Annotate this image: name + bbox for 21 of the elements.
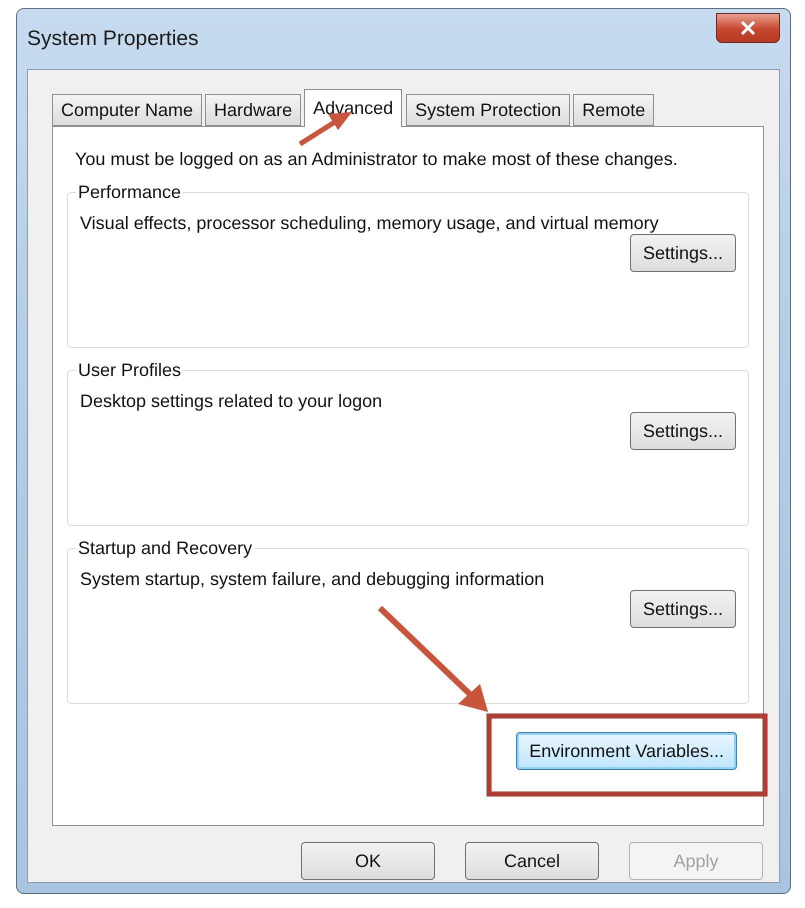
dialog-button[interactable]: OK [301,842,435,880]
group-description: Desktop settings related to your logon [80,391,384,412]
settings-button[interactable]: Settings... [630,412,736,450]
tab[interactable]: Remote [573,94,654,126]
settings-button[interactable]: Settings... [630,590,736,628]
settings-button[interactable]: Settings... [630,234,736,272]
window-title: System Properties [27,27,199,51]
group-description: Visual effects, processor scheduling, memory usage, and virtual memory [80,213,660,234]
environment-variables-button[interactable]: Environment Variables... [516,732,737,770]
close-button[interactable] [716,13,780,43]
tab[interactable]: Computer Name [52,94,202,126]
tab[interactable]: Hardware [205,94,302,126]
tab[interactable]: System Protection [406,94,570,126]
group-title: Performance [77,182,182,203]
close-icon [740,21,756,35]
tab[interactable]: Advanced [304,89,402,127]
group-title: Startup and Recovery [77,538,254,559]
group-description: System startup, system failure, and debugging information [80,569,546,590]
group-title: User Profiles [77,360,182,381]
dialog-button[interactable]: Cancel [465,842,599,880]
notice-text: You must be logged on as an Administrator to make most of these changes. [75,149,679,170]
